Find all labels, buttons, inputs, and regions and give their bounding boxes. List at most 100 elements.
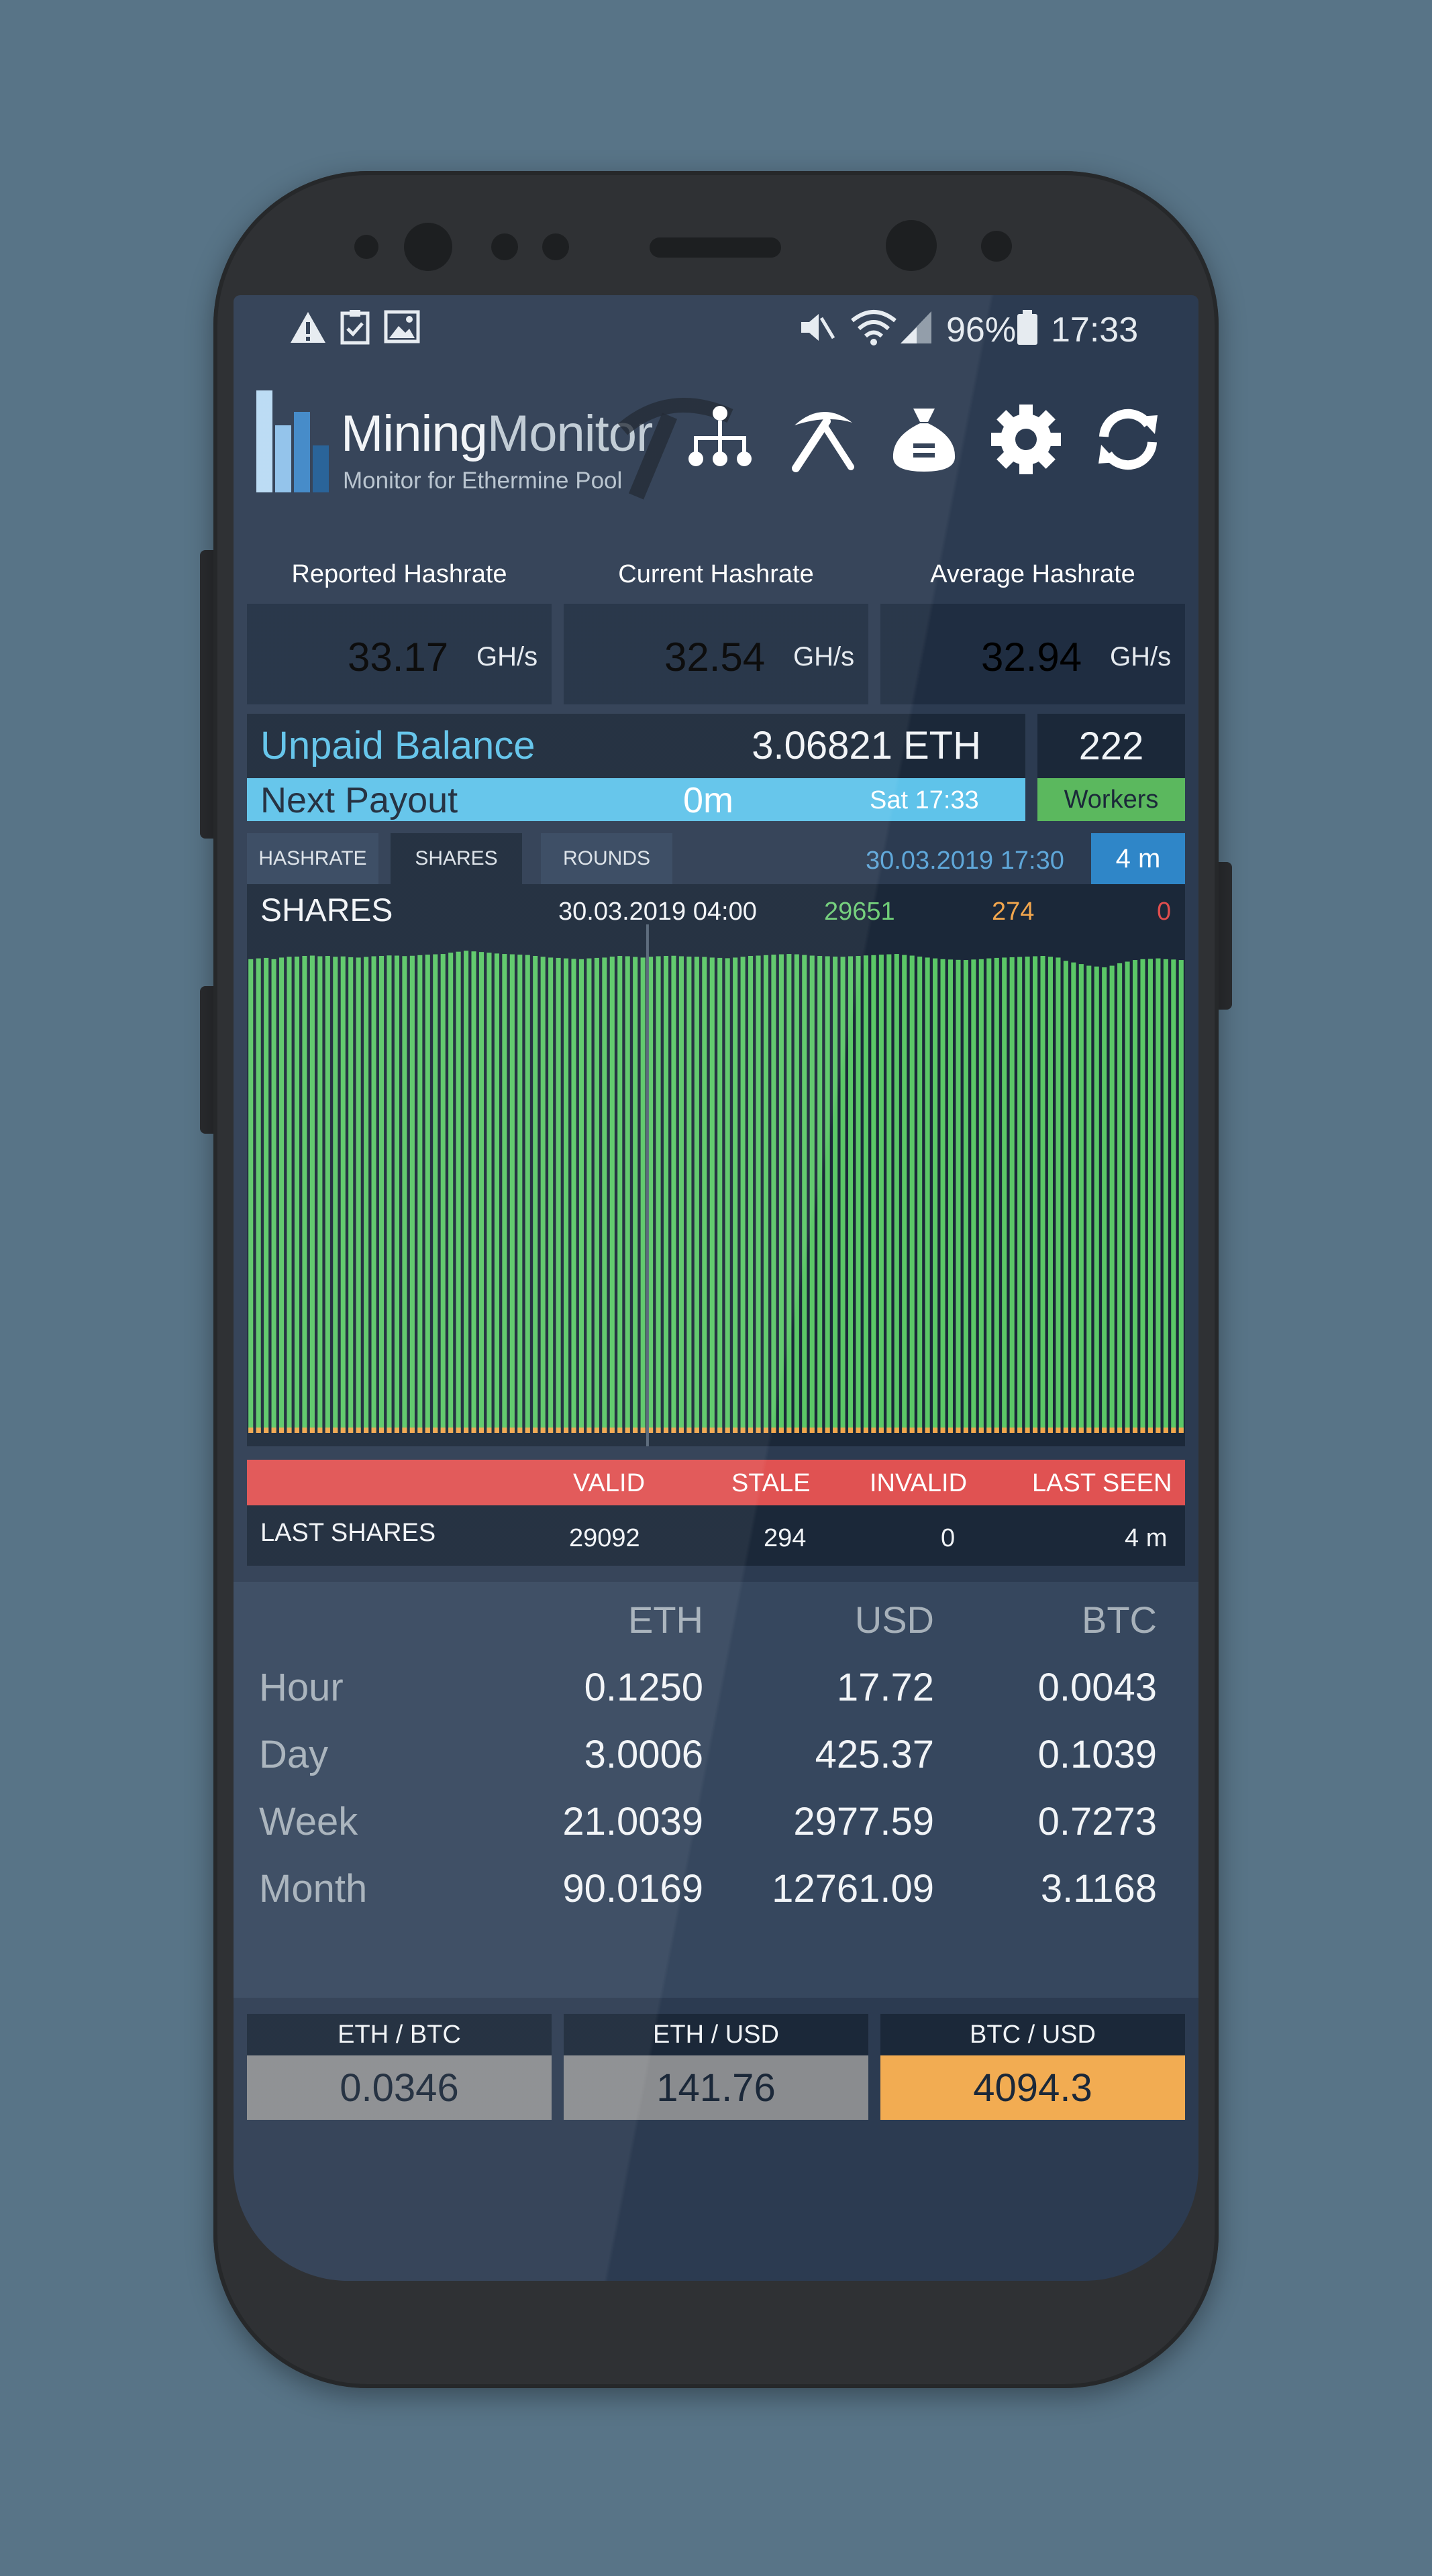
stale-share-bar bbox=[809, 1428, 815, 1433]
valid-share-bar bbox=[848, 956, 854, 1433]
last-shares-stale: 294 bbox=[764, 1524, 807, 1552]
valid-share-bar bbox=[678, 956, 684, 1433]
valid-share-bar bbox=[1047, 957, 1054, 1433]
valid-share-bar bbox=[1178, 960, 1184, 1433]
valid-share-bar bbox=[1132, 960, 1138, 1433]
stale-share-bar bbox=[740, 1428, 746, 1433]
valid-share-bar bbox=[856, 955, 861, 1433]
valid-share-bar bbox=[448, 953, 454, 1433]
stale-share-bar bbox=[502, 1428, 507, 1433]
stale-share-bar bbox=[456, 1428, 461, 1433]
earnings-table: ETH USD BTC Hour 0.1250 17.72 0.0043 Day… bbox=[234, 1582, 1198, 1998]
unpaid-balance-row[interactable]: Unpaid Balance 3.06821 ETH bbox=[247, 714, 1025, 778]
earnings-usd: 17.72 bbox=[836, 1666, 934, 1709]
valid-share-bar bbox=[464, 951, 469, 1433]
stale-share-bar bbox=[886, 1428, 892, 1433]
stale-share-bar bbox=[978, 1428, 984, 1433]
earnings-col-eth: ETH bbox=[628, 1599, 703, 1641]
payouts-button[interactable] bbox=[880, 396, 968, 483]
pool-network-button[interactable] bbox=[676, 396, 764, 483]
warning-icon bbox=[291, 312, 325, 343]
valid-share-bar bbox=[340, 956, 346, 1433]
valid-share-bar bbox=[487, 953, 492, 1433]
stale-share-bar bbox=[371, 1428, 376, 1433]
valid-share-bar bbox=[1109, 965, 1115, 1433]
valid-share-bar bbox=[1086, 965, 1092, 1433]
tab-shares[interactable]: SHARES bbox=[391, 833, 522, 884]
valid-share-bar bbox=[556, 957, 561, 1433]
stale-share-bar bbox=[294, 1428, 300, 1433]
settings-button[interactable] bbox=[982, 396, 1070, 483]
price-btc-usd: 4094.3 bbox=[880, 2055, 1185, 2120]
shares-bar-chart[interactable] bbox=[247, 884, 1185, 1446]
stale-share-bar bbox=[917, 1428, 923, 1433]
valid-share-bar bbox=[256, 958, 261, 1433]
next-payout-time: Sat 17:33 bbox=[870, 786, 979, 814]
current-hashrate-value: 32.54 bbox=[664, 635, 766, 680]
valid-share-bar bbox=[564, 958, 569, 1433]
front-camera-icon bbox=[404, 223, 452, 271]
valid-share-bar bbox=[348, 957, 354, 1433]
stale-share-bar bbox=[1009, 1428, 1015, 1433]
valid-share-bar bbox=[763, 955, 769, 1433]
price-eth-btc-header: ETH / BTC bbox=[247, 2014, 552, 2055]
valid-share-bar bbox=[1002, 957, 1007, 1433]
stale-share-bar bbox=[940, 1428, 945, 1433]
shares-chart[interactable]: SHARES 30.03.2019 04:00 29651 274 0 bbox=[247, 884, 1185, 1446]
price-eth-usd: 141.76 bbox=[564, 2055, 868, 2120]
stale-share-bar bbox=[1163, 1428, 1168, 1433]
stale-share-bar bbox=[748, 1428, 754, 1433]
miners-button[interactable] bbox=[778, 396, 866, 483]
valid-share-bar bbox=[617, 955, 623, 1433]
stale-share-bar bbox=[1086, 1428, 1092, 1433]
app-title-part1: Mining bbox=[341, 405, 488, 462]
current-hashrate-unit: GH/s bbox=[793, 642, 855, 672]
last-shares-label: LAST SHARES bbox=[260, 1519, 436, 1547]
refresh-icon bbox=[1098, 409, 1158, 470]
valid-share-bar bbox=[925, 957, 930, 1433]
valid-share-bar bbox=[409, 955, 415, 1433]
workers-count[interactable]: 222 bbox=[1037, 714, 1185, 778]
unpaid-balance-label: Unpaid Balance bbox=[260, 724, 535, 767]
stale-share-bar bbox=[478, 1428, 484, 1433]
tab-hashrate[interactable]: HASHRATE bbox=[247, 833, 378, 884]
valid-share-bar bbox=[871, 955, 876, 1433]
valid-share-bar bbox=[494, 953, 499, 1433]
header-last-seen: LAST SEEN bbox=[1032, 1469, 1172, 1497]
stale-share-bar bbox=[1102, 1428, 1107, 1433]
stale-share-bar bbox=[425, 1428, 430, 1433]
tab-rounds[interactable]: ROUNDS bbox=[541, 833, 672, 884]
stale-share-bar bbox=[971, 1428, 976, 1433]
valid-share-bar bbox=[986, 958, 992, 1433]
stale-share-bar bbox=[986, 1428, 992, 1433]
stale-share-bar bbox=[625, 1428, 630, 1433]
valid-share-bar bbox=[325, 955, 330, 1433]
interval-selector[interactable]: 4 m bbox=[1091, 833, 1185, 884]
next-payout-bar: Next Payout 0m Sat 17:33 bbox=[247, 778, 1025, 821]
app-title: MiningMonitor bbox=[341, 405, 653, 463]
workers-button[interactable]: Workers bbox=[1037, 778, 1185, 821]
stale-share-bar bbox=[309, 1428, 315, 1433]
stale-share-bar bbox=[1140, 1428, 1145, 1433]
header-stale: STALE bbox=[731, 1469, 811, 1497]
valid-share-bar bbox=[302, 955, 307, 1433]
stale-share-bar bbox=[317, 1428, 323, 1433]
stale-share-bar bbox=[348, 1428, 354, 1433]
stale-share-bar bbox=[402, 1428, 407, 1433]
refresh-button[interactable] bbox=[1084, 396, 1172, 483]
workers-label: Workers bbox=[1064, 785, 1159, 814]
stale-share-bar bbox=[756, 1428, 761, 1433]
valid-share-bar bbox=[802, 955, 807, 1433]
valid-share-bar bbox=[825, 956, 830, 1433]
stale-share-bar bbox=[825, 1428, 830, 1433]
earnings-btc: 0.0043 bbox=[1037, 1666, 1157, 1709]
price-eth-usd-pair: ETH / USD bbox=[653, 2020, 779, 2049]
valid-share-bar bbox=[402, 956, 407, 1433]
valid-share-bar bbox=[948, 959, 954, 1433]
valid-share-bar bbox=[317, 956, 323, 1433]
valid-share-bar bbox=[956, 959, 961, 1433]
valid-share-bar bbox=[594, 957, 599, 1433]
valid-share-bar bbox=[371, 956, 376, 1433]
header-valid: VALID bbox=[573, 1469, 646, 1497]
valid-share-bar bbox=[940, 959, 945, 1433]
